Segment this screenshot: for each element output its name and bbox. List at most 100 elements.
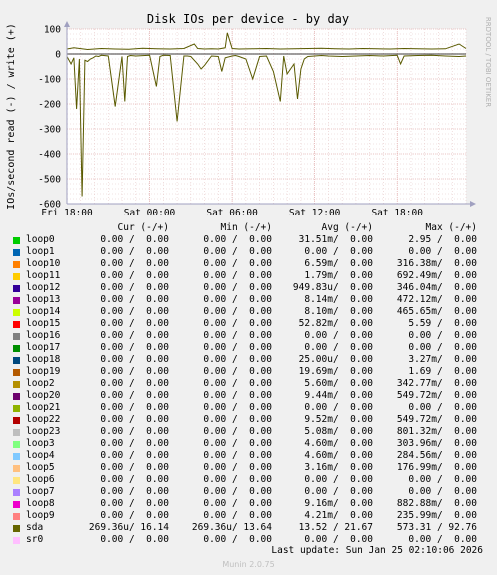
legend-value-avg: 5.60m/ 0.00 — [304, 378, 373, 389]
legend-value-min: 0.00 / 0.00 — [203, 366, 272, 377]
legend-value-cur: 0.00 / 0.00 — [100, 366, 169, 377]
legend-value-max: 1.69 / 0.00 — [408, 366, 477, 377]
legend-row: loop7 0.00 / 0.00 0.00 / 0.00 0.00 / 0.00 0.… — [0, 486, 497, 498]
legend-row: loop16 0.00 / 0.00 0.00 / 0.00 0.00 / 0.00 0… — [0, 330, 497, 342]
legend-value-max: 549.72m/ 0.00 — [396, 414, 477, 425]
legend-value-cur: 0.00 / 0.00 — [100, 378, 169, 389]
legend-swatch — [13, 333, 20, 340]
legend-value-max: 342.77m/ 0.00 — [396, 378, 477, 389]
legend-device-name: loop23 — [26, 426, 61, 437]
legend-device-name: loop6 — [26, 474, 55, 485]
last-update-text: Last update: Sun Jan 25 02:10:06 2026 — [271, 545, 483, 556]
legend-swatch — [13, 441, 20, 448]
legend-value-cur: 0.00 / 0.00 — [100, 354, 169, 365]
legend-value-avg: 0.00 / 0.00 — [304, 402, 373, 413]
legend-value-cur: 0.00 / 0.00 — [100, 282, 169, 293]
y-axis-label: IOs/second read (-) / write (+) — [6, 23, 17, 210]
legend-row: loop0 0.00 / 0.00 0.00 / 0.00 31.51m/ 0.00 2… — [0, 234, 497, 246]
legend-value-max: 346.04m/ 0.00 — [396, 282, 477, 293]
legend-value-max: 0.00 / 0.00 — [408, 330, 477, 341]
legend-device-name: sda — [26, 522, 44, 533]
legend-value-cur: 0.00 / 0.00 — [100, 342, 169, 353]
legend-swatch — [13, 249, 20, 256]
legend-value-cur: 0.00 / 0.00 — [100, 306, 169, 317]
x-tick-label: Fri 18:00 — [41, 208, 93, 215]
legend-swatch — [13, 237, 20, 244]
legend-value-cur: 0.00 / 0.00 — [100, 486, 169, 497]
legend-value-cur: 269.36u/ 16.14 — [88, 522, 169, 533]
legend-value-min: 0.00 / 0.00 — [203, 294, 272, 305]
legend-value-cur: 0.00 / 0.00 — [100, 450, 169, 461]
legend-value-max: 692.49m/ 0.00 — [396, 270, 477, 281]
legend-value-cur: 0.00 / 0.00 — [100, 498, 169, 509]
legend-value-max: 0.00 / 0.00 — [408, 486, 477, 497]
legend-value-min: 0.00 / 0.00 — [203, 450, 272, 461]
legend-device-name: loop16 — [26, 330, 61, 341]
legend-row: loop19 0.00 / 0.00 0.00 / 0.00 19.69m/ 0.00… — [0, 366, 497, 378]
legend-value-max: 2.95 / 0.00 — [408, 234, 477, 245]
legend-value-min: 0.00 / 0.00 — [203, 510, 272, 521]
legend-device-name: loop4 — [26, 450, 55, 461]
y-axis-arrow — [64, 21, 70, 27]
legend-value-cur: 0.00 / 0.00 — [100, 438, 169, 449]
legend-value-max: 303.96m/ 0.00 — [396, 438, 477, 449]
legend-row: loop17 0.00 / 0.00 0.00 / 0.00 0.00 / 0.00 0… — [0, 342, 497, 354]
legend-row: loop2 0.00 / 0.00 0.00 / 0.00 5.60m/ 0.00 34… — [0, 378, 497, 390]
legend-device-name: loop0 — [26, 234, 55, 245]
legend-value-avg: 5.08m/ 0.00 — [304, 426, 373, 437]
legend-value-cur: 0.00 / 0.00 — [100, 294, 169, 305]
legend-value-max: 0.00 / 0.00 — [408, 402, 477, 413]
chart-title: Disk IOs per device - by day — [147, 12, 349, 26]
legend-value-max: 573.31 / 92.76 — [396, 522, 477, 533]
legend-value-avg: 4.60m/ 0.00 — [304, 438, 373, 449]
legend-swatch — [13, 501, 20, 508]
legend-value-avg: 9.52m/ 0.00 — [304, 414, 373, 425]
legend-value-min: 0.00 / 0.00 — [203, 498, 272, 509]
legend-value-min: 0.00 / 0.00 — [203, 462, 272, 473]
legend-swatch — [13, 513, 20, 520]
legend-swatch — [13, 309, 20, 316]
legend-swatch — [13, 393, 20, 400]
y-tick-label: -100 — [38, 75, 61, 86]
legend-value-max: 284.56m/ 0.00 — [396, 450, 477, 461]
legend-device-name: loop5 — [26, 462, 55, 473]
legend-value-min: 0.00 / 0.00 — [203, 426, 272, 437]
legend-row: loop14 0.00 / 0.00 0.00 / 0.00 8.10m/ 0.00 4… — [0, 306, 497, 318]
legend-device-name: loop12 — [26, 282, 61, 293]
legend-header-cur: Cur (-/+) — [117, 222, 169, 233]
legend-value-min: 0.00 / 0.00 — [203, 282, 272, 293]
legend-value-avg: 9.16m/ 0.00 — [304, 498, 373, 509]
legend-value-min: 0.00 / 0.00 — [203, 354, 272, 365]
legend-value-min: 0.00 / 0.00 — [203, 390, 272, 401]
legend-device-name: loop7 — [26, 486, 55, 497]
legend-value-cur: 0.00 / 0.00 — [100, 510, 169, 521]
x-tick-label: Sat 18:00 — [371, 208, 423, 215]
x-tick-label: Sat 00:00 — [124, 208, 176, 215]
legend-value-avg: 19.69m/ 0.00 — [298, 366, 373, 377]
legend-value-cur: 0.00 / 0.00 — [100, 258, 169, 269]
legend-value-max: 801.32m/ 0.00 — [396, 426, 477, 437]
legend-value-max: 3.27m/ 0.00 — [408, 354, 477, 365]
legend-swatch — [13, 405, 20, 412]
legend-value-min: 0.00 / 0.00 — [203, 306, 272, 317]
legend-value-min: 0.00 / 0.00 — [203, 378, 272, 389]
legend-value-avg: 6.59m/ 0.00 — [304, 258, 373, 269]
legend-row: loop18 0.00 / 0.00 0.00 / 0.00 25.00u/ 0.00… — [0, 354, 497, 366]
legend-value-min: 0.00 / 0.00 — [203, 414, 272, 425]
legend-value-max: 235.99m/ 0.00 — [396, 510, 477, 521]
plot-area — [67, 29, 466, 204]
legend-value-avg: 3.16m/ 0.00 — [304, 462, 373, 473]
legend-value-avg: 13.52 / 21.67 — [298, 522, 373, 533]
legend-swatch — [13, 321, 20, 328]
legend-value-avg: 0.00 / 0.00 — [304, 474, 373, 485]
legend-swatch — [13, 453, 20, 460]
legend-value-cur: 0.00 / 0.00 — [100, 462, 169, 473]
legend-value-max: 176.99m/ 0.00 — [396, 462, 477, 473]
legend-swatch — [13, 273, 20, 280]
legend-value-min: 0.00 / 0.00 — [203, 486, 272, 497]
legend-value-cur: 0.00 / 0.00 — [100, 474, 169, 485]
legend-header-min: Min (-/+) — [220, 222, 272, 233]
legend-value-cur: 0.00 / 0.00 — [100, 330, 169, 341]
legend-value-max: 882.88m/ 0.00 — [396, 498, 477, 509]
legend-value-max: 0.00 / 0.00 — [408, 342, 477, 353]
